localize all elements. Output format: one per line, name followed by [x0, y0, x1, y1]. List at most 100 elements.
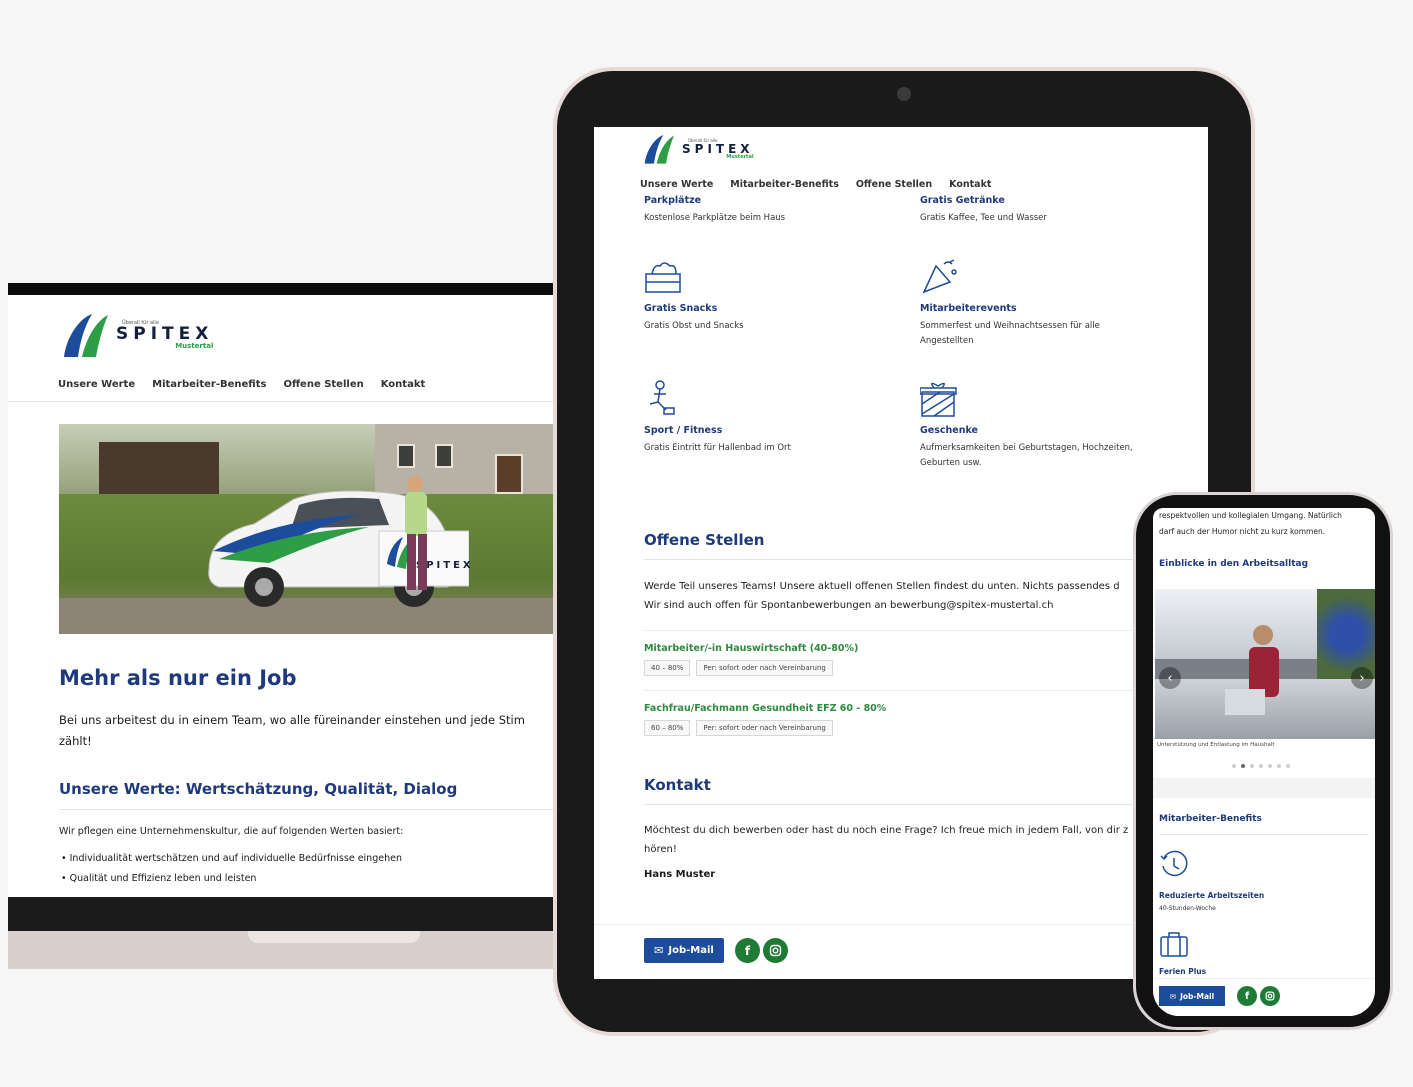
job-title[interactable]: Fachfrau/Fachmann Gesundheit EFZ 60 - 80…	[644, 703, 1164, 714]
benefit-fitness: Sport / Fitness Gratis Eintritt für Hall…	[644, 380, 884, 456]
list-item: Qualität und Effizienz leben und leisten	[61, 873, 560, 884]
nav-item-mitarbeiter-benefits[interactable]: Mitarbeiter-Benefits	[152, 379, 266, 390]
nav-item-offene-stellen[interactable]: Offene Stellen	[856, 179, 932, 190]
image-carousel[interactable]: ‹ ›	[1155, 589, 1375, 739]
benefit-title: Geschenke	[920, 425, 979, 436]
benefit-title: Parkplätze	[644, 195, 702, 206]
spitex-logo[interactable]: Überall für alle SPITEX Mustertal	[640, 133, 1208, 165]
benefit-events: Mitarbeiterevents Sommerfest und Weihnac…	[920, 258, 1160, 349]
laptop-screen: Überall für alle SPITEX Mustertal Unsere…	[8, 295, 560, 897]
carousel-dot[interactable]	[1286, 764, 1290, 768]
logo-name: SPITEX	[682, 141, 754, 156]
contact-name: Hans Muster	[644, 869, 716, 880]
spitex-logo[interactable]: Überall für alle SPITEX Mustertal	[58, 311, 560, 359]
benefit-snacks: Gratis Snacks Gratis Obst und Snacks	[644, 258, 884, 334]
benefit-text-line: Aufmerksamkeiten bei Geburtstagen, Hochz…	[920, 443, 1133, 453]
carousel-dot[interactable]	[1250, 764, 1254, 768]
facebook-icon[interactable]: f	[1237, 986, 1257, 1006]
nav-item-kontakt[interactable]: Kontakt	[381, 379, 426, 390]
contact-divider	[644, 804, 1164, 805]
phone-mockup: respektvollen und kollegialen Umgang. Na…	[1133, 492, 1393, 1030]
laptop-bezel	[8, 283, 568, 295]
benefit-text: Sommerfest und Weihnachtsessen für alle …	[920, 319, 1160, 349]
tablet-screen: Überall für alle SPITEX Mustertal Unsere…	[594, 127, 1208, 979]
instagram-icon[interactable]	[1260, 986, 1280, 1006]
carousel-dots	[1232, 764, 1290, 768]
camera-icon	[897, 87, 911, 101]
benefit-text-line: Geburten usw.	[920, 458, 982, 468]
carousel-dot[interactable]	[1277, 764, 1281, 768]
job-mail-button[interactable]: ✉ Job-Mail	[1159, 986, 1225, 1006]
benefits-heading: Mitarbeiter-Benefits	[1159, 814, 1262, 824]
benefit-title: Sport / Fitness	[644, 425, 723, 436]
benefit-parking: Parkplätze Kostenlose Parkplätze beim Ha…	[644, 192, 884, 226]
job-tag-percent: 40 – 80%	[644, 660, 691, 676]
party-icon	[922, 259, 957, 294]
fitness-icon	[649, 380, 675, 415]
list-item: Individualität wertschätzen und auf indi…	[61, 853, 560, 864]
logo-region: Mustertal	[726, 153, 754, 160]
benefit-text: Gratis Eintritt für Hallenbad im Ort	[644, 443, 791, 453]
mail-icon: ✉	[1169, 991, 1177, 1001]
carousel-photo	[1225, 625, 1279, 715]
phone-screen: respektvollen und kollegialen Umgang. Na…	[1153, 508, 1375, 1016]
person-graphic	[405, 476, 427, 590]
page-heading: Mehr als nur ein Job	[59, 666, 297, 690]
job-title[interactable]: Mitarbeiter/-in Hauswirtschaft (40-80%)	[644, 643, 1164, 654]
benefit-title: Reduzierte Arbeitszeiten	[1159, 891, 1265, 900]
carousel-dot[interactable]	[1259, 764, 1263, 768]
nav-item-unsere-werte[interactable]: Unsere Werte	[58, 379, 135, 390]
logo-mark-icon	[644, 135, 674, 164]
carousel-prev-button[interactable]: ‹	[1159, 667, 1181, 689]
logo-name: SPITEX	[116, 323, 214, 344]
carousel-next-button[interactable]: ›	[1351, 667, 1373, 689]
carousel-caption: Unterstützung und Entlastung im Haushalt	[1157, 742, 1275, 748]
contact-text: Möchtest du dich bewerben oder hast du n…	[644, 821, 1164, 859]
benefit-text: 40-Stunden-Woche	[1159, 905, 1216, 912]
phone-text-line-1: respektvollen und kollegialen Umgang. Na…	[1159, 511, 1342, 520]
instagram-icon[interactable]	[763, 938, 788, 963]
laptop-bezel-bottom	[8, 897, 568, 931]
job-mail-button[interactable]: ✉ Job-Mail	[644, 938, 724, 963]
header-divider	[8, 401, 560, 402]
nav-item-mitarbeiter-benefits[interactable]: Mitarbeiter-Benefits	[730, 179, 839, 190]
laptop-notch	[248, 931, 420, 943]
jobs-heading: Offene Stellen	[644, 531, 765, 549]
phone-intro-text: respektvollen und kollegialen Umgang. Na…	[1155, 508, 1342, 540]
mail-icon: ✉	[654, 944, 664, 957]
benefit-text: Gratis Obst und Snacks	[644, 321, 744, 331]
phone-text-line-2: darf auch der Humor nicht zu kurz kommen…	[1159, 527, 1326, 536]
nav-item-offene-stellen[interactable]: Offene Stellen	[283, 379, 363, 390]
hero-image: SPITEX	[59, 424, 560, 634]
benefit-text: Aufmerksamkeiten bei Geburtstagen, Hochz…	[920, 441, 1160, 471]
nav-item-kontakt[interactable]: Kontakt	[949, 179, 991, 190]
nav-item-unsere-werte[interactable]: Unsere Werte	[640, 179, 713, 190]
values-heading: Unsere Werte: Wertschätzung, Qualität, D…	[59, 780, 458, 798]
contact-text-line-2: hören!	[644, 844, 677, 855]
values-divider	[59, 809, 560, 810]
benefit-drinks: Gratis Getränke Gratis Kaffee, Tee und W…	[920, 192, 1160, 226]
job-tags: 60 – 80% Per: sofort oder nach Vereinbar…	[644, 720, 1164, 736]
contact-heading: Kontakt	[644, 776, 711, 794]
carousel-dot[interactable]	[1241, 764, 1245, 768]
jobs-intro: Werde Teil unseres Teams! Unsere aktuell…	[644, 577, 1164, 615]
job-listing[interactable]: Mitarbeiter/-in Hauswirtschaft (40-80%) …	[644, 630, 1164, 676]
intro-line-1: Bei uns arbeitest du in einem Team, wo a…	[59, 713, 525, 727]
jobs-section: Offene Stellen Werde Teil unseres Teams!…	[644, 531, 1164, 880]
job-tags: 40 – 80% Per: sofort oder nach Vereinbar…	[644, 660, 1164, 676]
job-tag-start: Per: sofort oder nach Vereinbarung	[696, 660, 833, 676]
carousel-dot[interactable]	[1232, 764, 1236, 768]
carousel-dot[interactable]	[1268, 764, 1272, 768]
benefit-text: Kostenlose Parkplätze beim Haus	[644, 213, 786, 223]
main-nav: Unsere Werte Mitarbeiter-Benefits Offene…	[58, 379, 560, 390]
job-listing[interactable]: Fachfrau/Fachmann Gesundheit EFZ 60 - 80…	[644, 690, 1164, 736]
job-mail-label: Job-Mail	[668, 945, 714, 956]
contact-text-line-1: Möchtest du dich bewerben oder hast du n…	[644, 825, 1129, 836]
site-header: Überall für alle SPITEX Mustertal Unsere…	[8, 295, 560, 390]
facebook-icon[interactable]: f	[735, 938, 760, 963]
logo-mark-icon	[64, 314, 108, 357]
benefit-gifts: Geschenke Aufmerksamkeiten bei Geburtsta…	[919, 380, 1160, 471]
phone-action-bar: ✉ Job-Mail f	[1153, 978, 1375, 1016]
sticky-action-bar: ✉ Job-Mail f	[594, 924, 1208, 979]
benefit-text-line: Angestellten	[920, 336, 974, 346]
